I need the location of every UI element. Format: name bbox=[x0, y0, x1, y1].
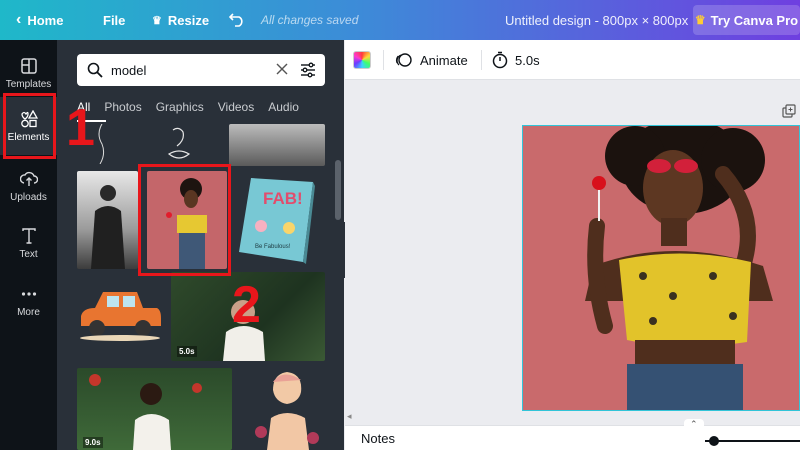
editor-toolbar: Animate 5.0s bbox=[345, 40, 800, 80]
duplicate-page-icon[interactable] bbox=[782, 104, 796, 118]
stopwatch-icon bbox=[492, 51, 508, 69]
resize-label: Resize bbox=[167, 12, 210, 28]
try-pro-label: Try Canva Pro bbox=[710, 12, 799, 28]
video-duration: 5.0s bbox=[177, 346, 197, 357]
elements-panel: All Photos Graphics Videos Audio FAB! Be … bbox=[57, 40, 344, 450]
orange-car-thumbnail[interactable] bbox=[75, 286, 165, 344]
rail-item-elements[interactable]: Elements bbox=[0, 97, 57, 155]
filter-icon[interactable] bbox=[299, 61, 317, 79]
bw-model-photo-thumbnail[interactable] bbox=[77, 171, 138, 269]
crown-icon: ♛ bbox=[152, 14, 162, 27]
canvas-scrollbar[interactable]: ◂ bbox=[345, 411, 800, 425]
toolbar-divider bbox=[481, 50, 482, 70]
color-picker-button[interactable] bbox=[353, 40, 371, 80]
animate-icon bbox=[396, 53, 412, 67]
text-icon bbox=[21, 227, 36, 244]
rail-label: More bbox=[17, 306, 40, 318]
rail-label: Uploads bbox=[10, 191, 47, 203]
search-input[interactable] bbox=[111, 62, 261, 78]
chevron-up-icon[interactable]: ⌃ bbox=[684, 419, 704, 430]
rail-item-more[interactable]: More bbox=[0, 272, 57, 330]
rail-label: Templates bbox=[5, 78, 52, 90]
home-label: Home bbox=[27, 12, 64, 28]
try-canva-pro-button[interactable]: ♛ Try Canva Pro bbox=[693, 5, 800, 35]
line-art-lips-thumbnail[interactable] bbox=[155, 124, 205, 166]
tab-audio[interactable]: Audio bbox=[268, 100, 299, 124]
woman-garden-video-thumbnail[interactable]: 9.0s bbox=[77, 368, 232, 450]
undo-icon bbox=[229, 13, 243, 27]
close-icon[interactable] bbox=[275, 62, 289, 76]
resize-button[interactable]: ♛ Resize bbox=[152, 0, 209, 40]
woman-illustration-thumbnail[interactable] bbox=[247, 368, 327, 450]
model-photo[interactable] bbox=[523, 126, 800, 411]
file-label: File bbox=[103, 12, 126, 28]
rail-item-templates[interactable]: Templates bbox=[0, 44, 57, 102]
color-swatch-icon bbox=[353, 51, 371, 69]
step-number-2: 2 bbox=[232, 276, 261, 334]
rail-label: Elements bbox=[7, 131, 50, 143]
upload-icon bbox=[19, 171, 38, 186]
tab-videos[interactable]: Videos bbox=[218, 100, 254, 124]
animate-button[interactable]: Animate bbox=[395, 40, 468, 80]
book-cover-title: FAB! bbox=[263, 189, 303, 208]
crown-icon: ♛ bbox=[694, 13, 706, 27]
top-bar: ‹ Home File ♛ Resize All changes saved U… bbox=[0, 0, 800, 40]
bw-photo-thumbnail[interactable] bbox=[229, 124, 325, 166]
panel-scrollbar[interactable] bbox=[335, 160, 341, 220]
model-lollipop-thumbnail[interactable] bbox=[147, 171, 227, 269]
tab-photos[interactable]: Photos bbox=[104, 100, 141, 124]
animate-label: Animate bbox=[420, 52, 468, 68]
line-art-thumbnail[interactable] bbox=[92, 124, 112, 164]
elements-icon bbox=[20, 109, 38, 127]
video-duration: 9.0s bbox=[83, 437, 103, 448]
step-number-1: 1 bbox=[66, 99, 95, 157]
fab-book-thumbnail[interactable]: FAB! Be Fabulous! bbox=[237, 174, 317, 264]
design-page[interactable] bbox=[522, 125, 800, 411]
book-cover-subtitle: Be Fabulous! bbox=[255, 244, 291, 250]
editor-footer: Notes ⌃ bbox=[345, 419, 800, 450]
side-rail: Templates Elements Uploads Text More bbox=[0, 40, 57, 450]
tab-graphics[interactable]: Graphics bbox=[156, 100, 204, 124]
home-button[interactable]: ‹ Home bbox=[16, 0, 63, 40]
templates-icon bbox=[20, 57, 37, 74]
zoom-slider-handle[interactable] bbox=[709, 436, 719, 446]
category-tabs: All Photos Graphics Videos Audio bbox=[77, 100, 337, 124]
file-menu[interactable]: File bbox=[103, 0, 125, 40]
rail-item-text[interactable]: Text bbox=[0, 214, 57, 272]
more-icon bbox=[21, 291, 36, 296]
rail-item-uploads[interactable]: Uploads bbox=[0, 157, 57, 215]
rail-label: Text bbox=[19, 248, 38, 260]
notes-button[interactable]: Notes bbox=[361, 431, 395, 446]
search-bar bbox=[77, 54, 325, 86]
search-icon bbox=[87, 62, 103, 78]
duration-label: 5.0s bbox=[515, 52, 540, 68]
document-title[interactable]: Untitled design - 800px × 800px bbox=[505, 0, 688, 40]
chevron-left-icon: ◂ bbox=[347, 411, 352, 421]
undo-button[interactable] bbox=[229, 0, 245, 40]
save-status: All changes saved bbox=[261, 13, 359, 27]
duration-button[interactable]: 5.0s bbox=[492, 40, 540, 80]
toolbar-divider bbox=[383, 50, 384, 70]
chevron-left-icon: ‹ bbox=[16, 11, 22, 28]
zoom-slider-track[interactable] bbox=[705, 440, 800, 442]
